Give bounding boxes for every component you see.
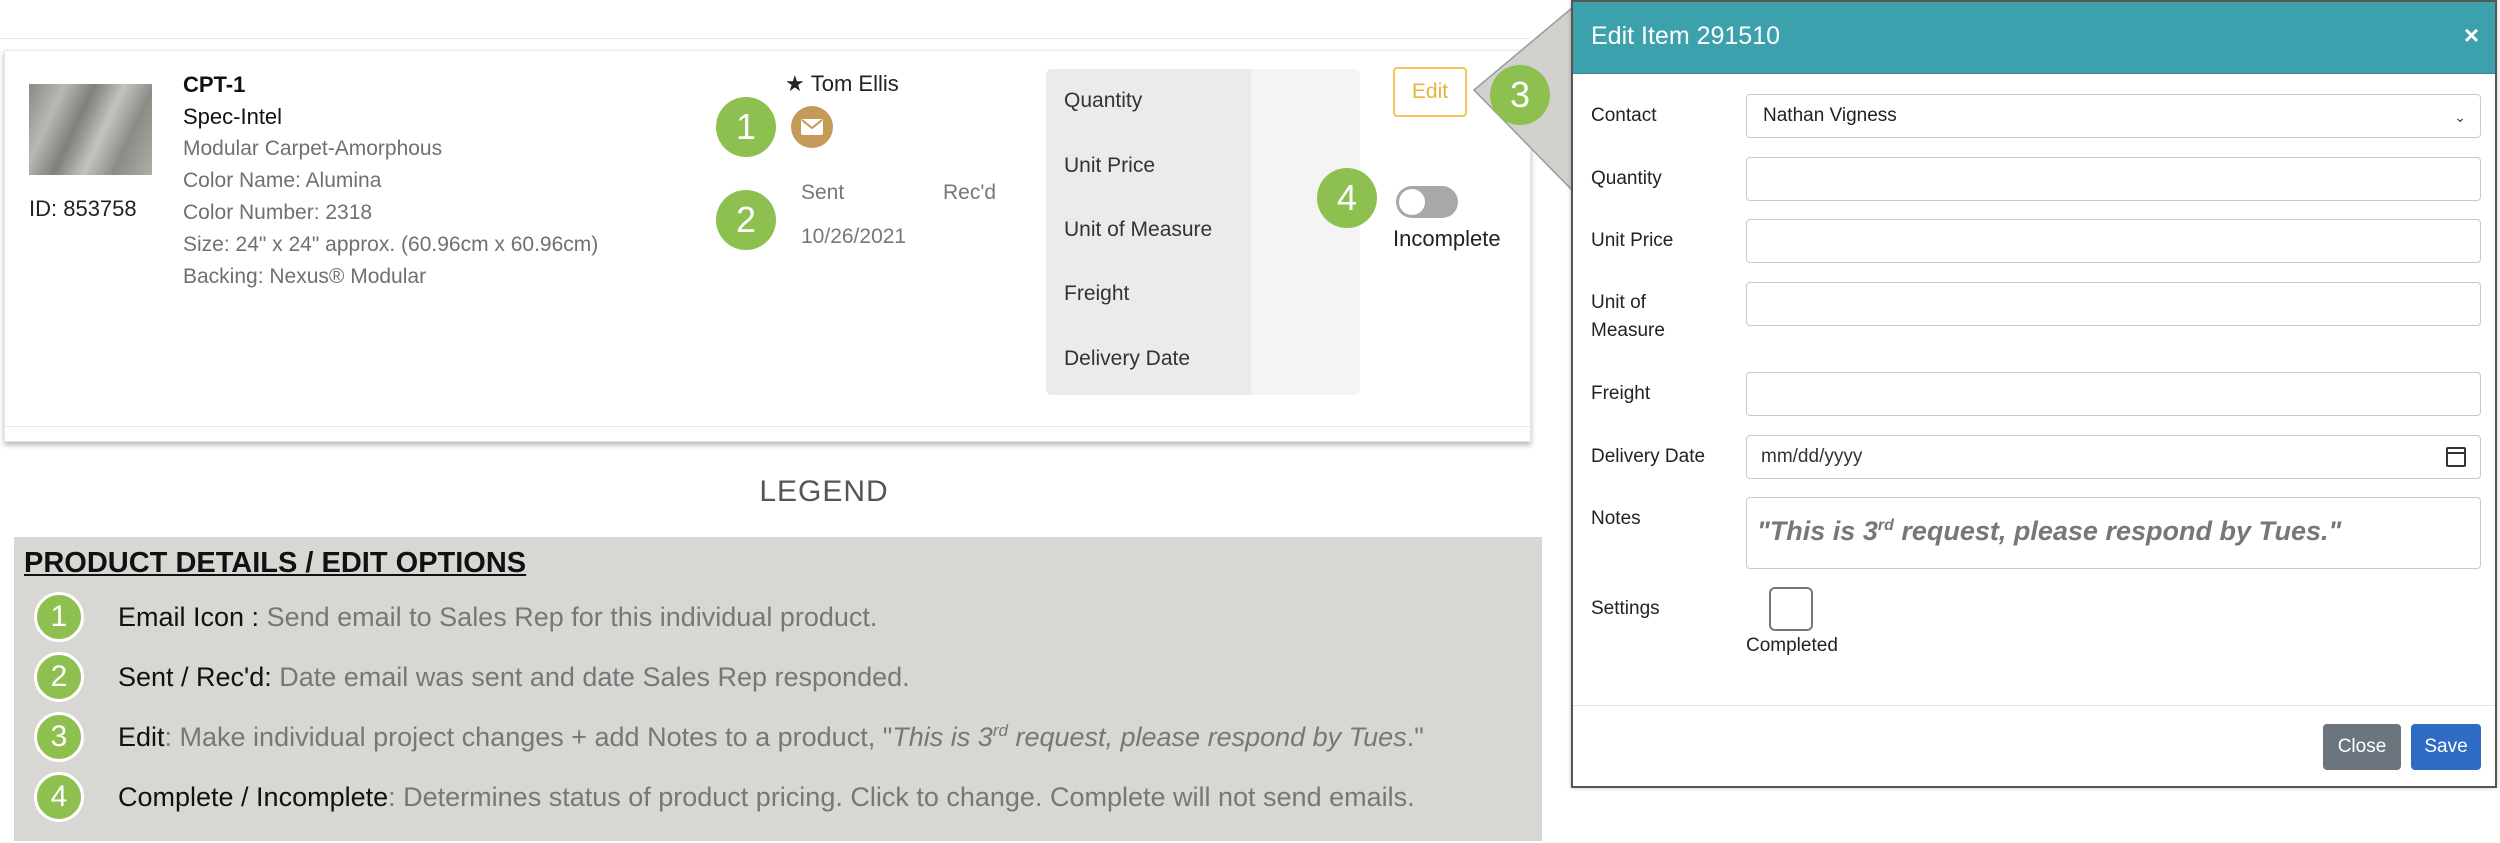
legend-row-1: 1 Email Icon : Send email to Sales Rep f… bbox=[34, 591, 877, 643]
notes-text-sup: rd bbox=[1877, 517, 1894, 534]
edit-item-modal: Edit Item 291510 × Contact Nathan Vignes… bbox=[1571, 0, 2497, 788]
close-icon[interactable]: × bbox=[2464, 20, 2479, 51]
product-id: ID: 853758 bbox=[29, 196, 137, 221]
received-label: Rec'd bbox=[943, 181, 997, 204]
unit-of-measure-input[interactable] bbox=[1746, 282, 2481, 326]
product-spec: Spec-Intel bbox=[183, 104, 283, 129]
close-button[interactable]: Close bbox=[2323, 724, 2401, 770]
unit-price-label: Unit Price bbox=[1064, 154, 1156, 177]
legend-quote-a: This is 3 bbox=[892, 722, 993, 752]
delivery-date-label: Delivery Date bbox=[1064, 347, 1191, 370]
legend-quote-tail: ." bbox=[1406, 722, 1424, 752]
contact-select[interactable]: Nathan Vigness ⌄ bbox=[1746, 94, 2481, 138]
pricing-labels-column: Quantity Unit Price Unit of Measure Frei… bbox=[1046, 69, 1251, 395]
save-button[interactable]: Save bbox=[2411, 724, 2481, 770]
legend-desc-3: : Make individual project changes + add … bbox=[164, 722, 893, 752]
pricing-panel: Quantity Unit Price Unit of Measure Frei… bbox=[1046, 69, 1360, 395]
legend-term-1: Email Icon : bbox=[118, 601, 260, 632]
legend-quote-b: request, please respond by Tues bbox=[1007, 722, 1407, 752]
toggle-knob bbox=[1399, 189, 1425, 215]
legend-text-4: Complete / Incomplete: Determines status… bbox=[118, 782, 1415, 813]
completed-label: Completed bbox=[1746, 635, 1838, 656]
legend-badge-3: 3 bbox=[34, 712, 84, 762]
modal-title: Edit Item 291510 bbox=[1591, 22, 1781, 50]
notes-field-label: Notes bbox=[1591, 508, 1641, 529]
freight-input[interactable] bbox=[1746, 372, 2481, 416]
badge-3: 3 bbox=[1490, 65, 1550, 125]
product-description: Modular Carpet-Amorphous bbox=[183, 137, 443, 160]
legend-quote-sup: rd bbox=[992, 721, 1008, 740]
legend-text-3: Edit: Make individual project changes + … bbox=[118, 721, 1424, 753]
legend-term-2: Sent / Rec'd: bbox=[118, 661, 272, 692]
legend-heading: PRODUCT DETAILS / EDIT OPTIONS bbox=[24, 547, 527, 579]
modal-footer-divider bbox=[1573, 705, 2495, 706]
star-icon: ★ bbox=[785, 71, 805, 96]
badge-1: 1 bbox=[716, 97, 776, 157]
product-size: Size: 24" x 24" approx. (60.96cm x 60.96… bbox=[183, 233, 599, 256]
product-color-name: Color Name: Alumina bbox=[183, 169, 382, 192]
sales-rep-name: Tom Ellis bbox=[810, 71, 899, 96]
legend-desc-4: : Determines status of product pricing. … bbox=[388, 781, 1415, 812]
legend-term-4: Complete / Incomplete bbox=[118, 781, 389, 812]
legend-desc-2: Date email was sent and date Sales Rep r… bbox=[271, 661, 910, 692]
badge-2: 2 bbox=[716, 190, 776, 250]
quantity-label: Quantity bbox=[1064, 89, 1143, 112]
notes-text-a: "This is 3 bbox=[1757, 516, 1878, 546]
legend-badge-2: 2 bbox=[34, 652, 84, 702]
delivery-date-input[interactable]: mm/dd/yyyy bbox=[1746, 435, 2481, 479]
freight-field-label: Freight bbox=[1591, 383, 1651, 404]
card-bottom-rule bbox=[5, 426, 1530, 427]
legend-term-3: Edit bbox=[118, 722, 165, 752]
settings-label: Settings bbox=[1591, 598, 1660, 619]
legend-row-4: 4 Complete / Incomplete: Determines stat… bbox=[34, 771, 1415, 823]
badge-4: 4 bbox=[1317, 168, 1377, 228]
notes-text-b: request, please respond by Tues." bbox=[1893, 516, 2342, 546]
uom-field-label: Unit of Measure bbox=[1591, 289, 1665, 345]
legend-panel: PRODUCT DETAILS / EDIT OPTIONS 1 Email I… bbox=[14, 537, 1542, 841]
completion-toggle[interactable] bbox=[1396, 186, 1458, 218]
unit-price-input[interactable] bbox=[1746, 219, 2481, 263]
uom-label-line-2: Measure bbox=[1591, 320, 1665, 341]
product-backing: Backing: Nexus® Modular bbox=[183, 265, 427, 288]
product-color-number: Color Number: 2318 bbox=[183, 201, 373, 224]
email-rep-button[interactable] bbox=[791, 106, 833, 148]
contact-label: Contact bbox=[1591, 105, 1657, 126]
legend-badge-4: 4 bbox=[34, 772, 84, 822]
quantity-input[interactable] bbox=[1746, 157, 2481, 201]
envelope-icon bbox=[801, 119, 823, 135]
edit-button[interactable]: Edit bbox=[1393, 67, 1467, 117]
sales-rep: ★ Tom Ellis bbox=[785, 71, 899, 97]
unit-of-measure-label: Unit of Measure bbox=[1064, 218, 1213, 241]
freight-label: Freight bbox=[1064, 282, 1130, 305]
uom-label-line-1: Unit of bbox=[1591, 292, 1646, 313]
notes-textarea[interactable]: "This is 3rd request, please respond by … bbox=[1746, 497, 2481, 569]
legend-row-3: 3 Edit: Make individual project changes … bbox=[34, 711, 1424, 763]
product-thumbnail bbox=[29, 84, 152, 175]
top-divider bbox=[0, 38, 1530, 39]
completion-status-label: Incomplete bbox=[1393, 226, 1501, 251]
delivery-date-placeholder: mm/dd/yyyy bbox=[1761, 446, 1863, 467]
chevron-down-icon: ⌄ bbox=[2454, 109, 2466, 125]
quantity-field-label: Quantity bbox=[1591, 168, 1662, 189]
sent-label: Sent bbox=[801, 181, 845, 204]
legend-title: LEGEND bbox=[759, 475, 889, 508]
sent-date: 10/26/2021 bbox=[801, 225, 907, 248]
contact-value: Nathan Vigness bbox=[1763, 105, 1897, 126]
completed-checkbox[interactable] bbox=[1769, 587, 1813, 631]
delivery-date-field-label: Delivery Date bbox=[1591, 446, 1706, 467]
legend-text-2: Sent / Rec'd: Date email was sent and da… bbox=[118, 662, 910, 693]
legend-desc-1: Send email to Sales Rep for this individ… bbox=[259, 601, 878, 632]
product-code: CPT-1 bbox=[183, 72, 246, 97]
legend-row-2: 2 Sent / Rec'd: Date email was sent and … bbox=[34, 651, 910, 703]
unit-price-field-label: Unit Price bbox=[1591, 230, 1674, 251]
calendar-icon[interactable] bbox=[2446, 447, 2466, 467]
legend-text-1: Email Icon : Send email to Sales Rep for… bbox=[118, 602, 877, 633]
legend-badge-1: 1 bbox=[34, 592, 84, 642]
modal-header: Edit Item 291510 × bbox=[1573, 2, 2495, 74]
